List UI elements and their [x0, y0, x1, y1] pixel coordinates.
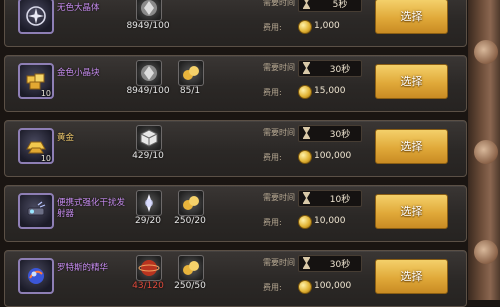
time-label: 需要时间: [263, 128, 295, 137]
craft-row: 10 金色小晶块 8949/100 85/1 需要时间 30秒 费用: 15,0…: [4, 55, 467, 112]
material-count: 85/1: [179, 86, 201, 96]
item-name: 无色大晶体: [57, 3, 100, 13]
time-value: 30秒: [329, 260, 351, 270]
gold-ore-icon: [183, 196, 199, 210]
light-shard-icon: [145, 194, 153, 212]
gold-coin-icon: [298, 150, 312, 164]
material-count: 8949/100: [126, 21, 170, 31]
craft-row: 罗特斯的精华 43/120 250/50 需要时间 30秒 费用: 100,00…: [4, 250, 467, 307]
item-name: 金色小晶块: [57, 68, 100, 78]
time-display: 30秒: [298, 60, 362, 77]
gold-coin-icon: [298, 280, 312, 294]
cost-label: 费用:: [263, 153, 282, 162]
side-ornament: [474, 140, 498, 164]
hourglass-icon: [303, 0, 310, 9]
essence-orb-icon: [28, 268, 44, 284]
side-ornament: [474, 40, 498, 64]
material-count: 250/50: [174, 281, 206, 291]
result-item-slot[interactable]: 10: [18, 128, 54, 164]
silver-crystal-icon: [141, 0, 157, 16]
craft-row: 便携式强化干扰发射器 29/20 250/20 需要时间 10秒 费用: 10,…: [4, 185, 467, 242]
material-slot[interactable]: [136, 125, 162, 151]
item-name: 黄金: [57, 133, 75, 143]
cost-value: 100,000: [314, 151, 352, 161]
result-item-slot[interactable]: [18, 258, 54, 294]
gold-ore-icon: [183, 261, 199, 275]
material-slot[interactable]: [136, 60, 162, 86]
silver-crystal-icon: [141, 65, 157, 81]
select-button[interactable]: 选择: [375, 0, 448, 34]
select-button[interactable]: 选择: [375, 129, 448, 164]
gold-coin-icon: [298, 215, 312, 229]
select-button[interactable]: 选择: [375, 259, 448, 294]
material-count: 429/10: [132, 151, 164, 161]
hourglass-icon: [303, 192, 310, 204]
cost-label: 费用:: [263, 283, 282, 292]
colorless-crystal-icon: [26, 6, 46, 26]
item-name: 罗特斯的精华: [57, 263, 109, 273]
time-display: 30秒: [298, 125, 362, 142]
hourglass-icon: [303, 62, 310, 74]
time-display: 10秒: [298, 190, 362, 207]
material-slot[interactable]: [136, 0, 162, 21]
cost-label: 费用:: [263, 23, 282, 32]
cost-label: 费用:: [263, 88, 282, 97]
cost-value: 1,000: [314, 21, 340, 31]
gold-coin-icon: [298, 85, 312, 99]
select-button[interactable]: 选择: [375, 194, 448, 229]
craft-list-panel: 无色大晶体 8949/100 需要时间 5秒 费用: 1,000 选择 10 金…: [0, 0, 500, 307]
result-item-slot[interactable]: [18, 193, 54, 229]
hourglass-icon: [303, 257, 310, 269]
gold-coin-icon: [298, 20, 312, 34]
jammer-device-icon: [27, 201, 46, 216]
white-cube-icon: [140, 129, 158, 147]
time-display: 30秒: [298, 255, 362, 272]
material-slot[interactable]: [178, 60, 204, 86]
material-slot[interactable]: [178, 255, 204, 281]
cost-value: 100,000: [314, 281, 352, 291]
hourglass-icon: [303, 127, 310, 139]
time-value: 10秒: [329, 195, 351, 205]
cost-value: 15,000: [314, 86, 346, 96]
time-value: 5秒: [332, 0, 348, 10]
cost-label: 费用:: [263, 218, 282, 227]
time-label: 需要时间: [263, 193, 295, 202]
side-decoration: [468, 0, 500, 300]
item-name: 便携式强化干扰发射器: [57, 198, 126, 219]
time-value: 30秒: [329, 65, 351, 75]
time-label: 需要时间: [263, 258, 295, 267]
item-quantity: 10: [40, 154, 51, 163]
time-value: 30秒: [329, 130, 351, 140]
time-display: 5秒: [298, 0, 362, 12]
material-slot[interactable]: [136, 190, 162, 216]
result-item-slot[interactable]: [18, 0, 54, 34]
red-orb-icon: [138, 260, 160, 276]
time-label: 需要时间: [263, 0, 295, 7]
select-button[interactable]: 选择: [375, 64, 448, 99]
side-ornament: [474, 240, 498, 264]
material-slot[interactable]: [136, 255, 162, 281]
cost-value: 10,000: [314, 216, 346, 226]
craft-row: 无色大晶体 8949/100 需要时间 5秒 费用: 1,000 选择: [4, 0, 467, 47]
material-slot[interactable]: [178, 190, 204, 216]
result-item-slot[interactable]: 10: [18, 63, 54, 99]
gold-ore-icon: [183, 66, 199, 80]
item-quantity: 10: [40, 89, 51, 98]
material-count: 250/20: [174, 216, 206, 226]
craft-row: 10 黄金 429/10 需要时间 30秒 费用: 100,000 选择: [4, 120, 467, 177]
time-label: 需要时间: [263, 63, 295, 72]
